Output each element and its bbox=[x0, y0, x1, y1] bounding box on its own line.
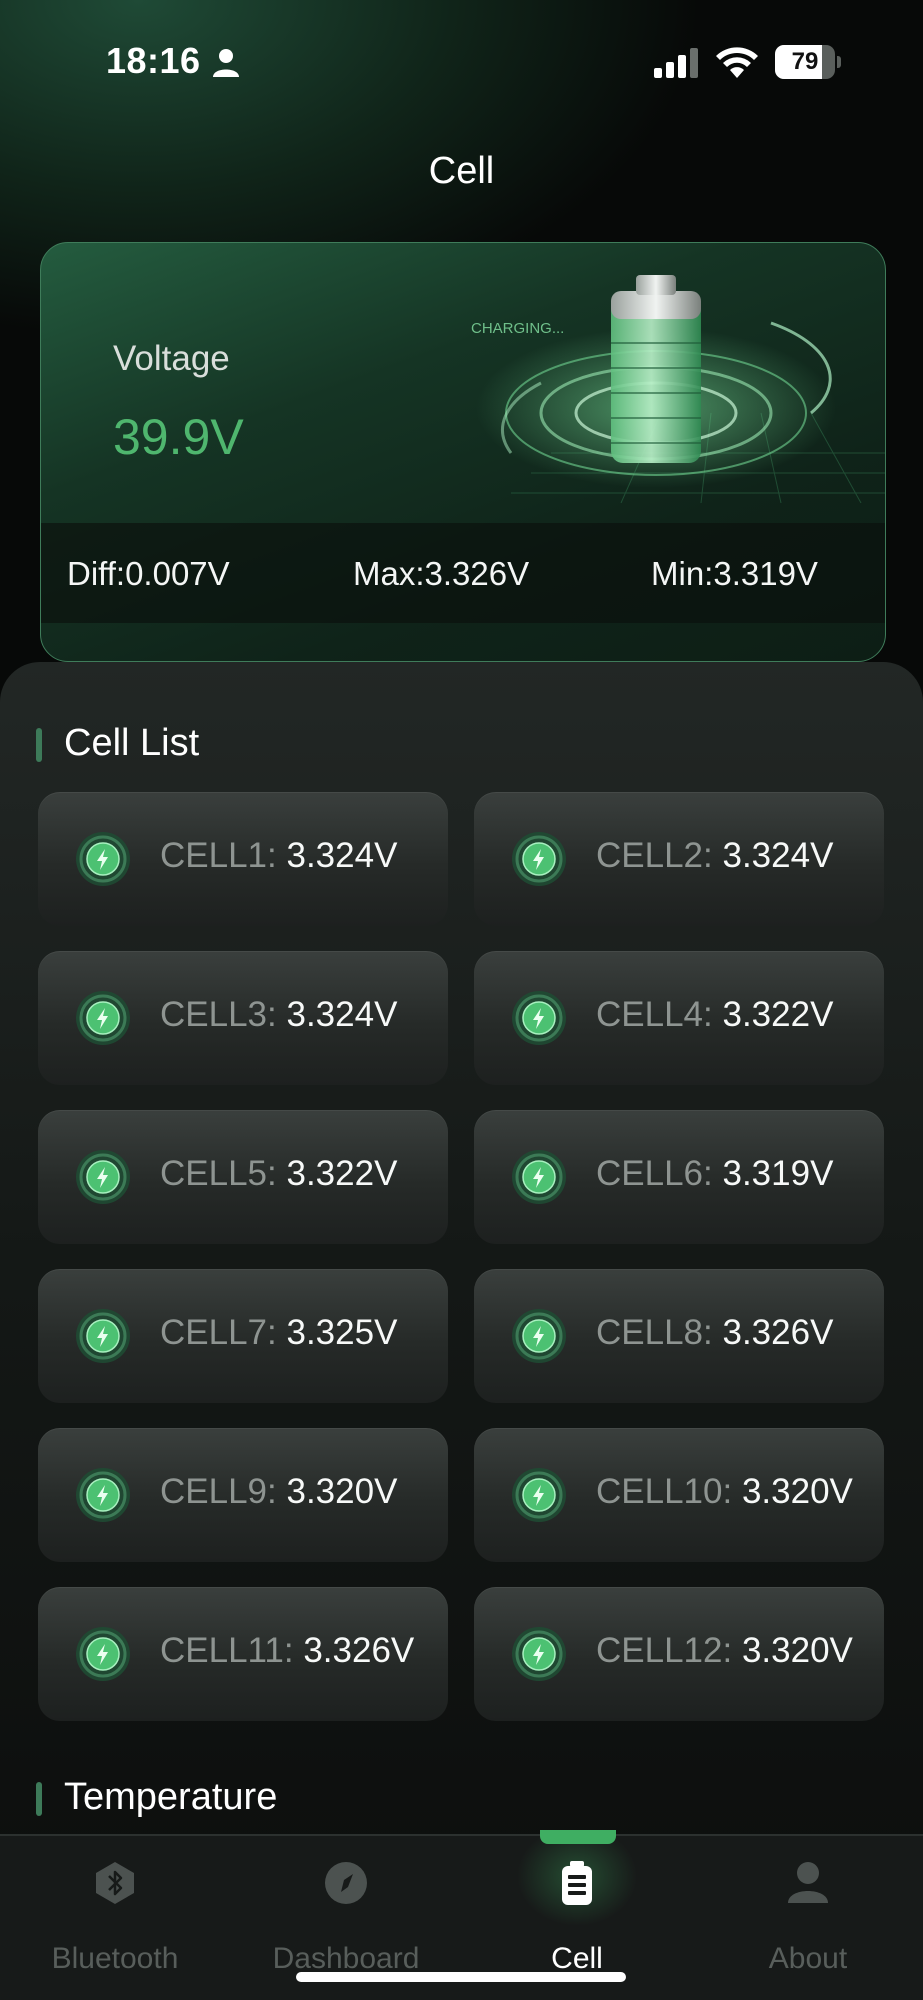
cell-name: CELL6: bbox=[596, 1154, 713, 1193]
lightning-icon bbox=[512, 1150, 566, 1204]
cell-card[interactable]: CELL3: 3.324V bbox=[38, 951, 448, 1085]
cell-card[interactable]: CELL12: 3.320V bbox=[474, 1587, 884, 1721]
home-indicator bbox=[296, 1972, 626, 1982]
cell-name: CELL4: bbox=[596, 995, 713, 1034]
cell-voltage: 3.326V bbox=[303, 1631, 415, 1670]
voltage-stats-bar: Diff:0.007V Max:3.326V Min:3.319V bbox=[41, 523, 885, 623]
user-icon bbox=[788, 1862, 828, 1903]
cell-list-title: Cell List bbox=[64, 722, 200, 764]
cell-list-panel: Cell List CELL1: 3.324V CELL2: 3.324V CELL… bbox=[0, 662, 923, 1862]
lightning-icon bbox=[76, 991, 130, 1045]
lightning-icon bbox=[76, 1309, 130, 1363]
cell-name: CELL7: bbox=[160, 1313, 277, 1352]
cell-voltage: 3.320V bbox=[741, 1472, 853, 1511]
diff-voltage: Diff:0.007V bbox=[67, 555, 230, 592]
charging-text: CHARGING... bbox=[471, 320, 564, 337]
person-icon bbox=[213, 49, 239, 77]
compass-icon bbox=[325, 1862, 367, 1904]
cell-name: CELL2: bbox=[596, 836, 713, 875]
cell-card[interactable]: CELL5: 3.322V bbox=[38, 1110, 448, 1244]
tab-label: Bluetooth bbox=[51, 1942, 179, 1975]
lightning-icon bbox=[512, 832, 566, 886]
cell-name: CELL5: bbox=[160, 1154, 277, 1193]
cell-name: CELL1: bbox=[160, 836, 277, 875]
tab-label: Cell bbox=[551, 1942, 603, 1975]
lightning-icon bbox=[512, 1468, 566, 1522]
lightning-icon bbox=[76, 1468, 130, 1522]
page-title: Cell bbox=[428, 150, 495, 192]
battery-icon: 79 bbox=[775, 45, 841, 79]
cell-voltage: 3.320V bbox=[286, 1472, 398, 1511]
active-tab-indicator bbox=[540, 1830, 616, 1844]
tab-bluetooth[interactable]: Bluetooth bbox=[0, 1836, 230, 2000]
cell-card[interactable]: CELL7: 3.325V bbox=[38, 1269, 448, 1403]
battery-tab-icon bbox=[562, 1861, 592, 1905]
cell-card[interactable]: CELL9: 3.320V bbox=[38, 1428, 448, 1562]
cell-voltage: 3.324V bbox=[286, 836, 398, 875]
tab-label: About bbox=[768, 1942, 848, 1975]
signal-icon bbox=[654, 48, 698, 78]
max-voltage: Max:3.326V bbox=[353, 555, 530, 592]
section-accent-bar bbox=[36, 1782, 42, 1816]
voltage-card: Voltage 39.9V CHARGING... Diff:0.007V Ma… bbox=[40, 242, 886, 662]
cell-card[interactable]: CELL1: 3.324V bbox=[38, 792, 448, 926]
min-voltage: Min:3.319V bbox=[651, 555, 818, 592]
cell-card[interactable]: CELL8: 3.326V bbox=[474, 1269, 884, 1403]
voltage-value: 39.9V bbox=[113, 409, 244, 465]
lightning-icon bbox=[512, 991, 566, 1045]
cell-voltage: 3.326V bbox=[722, 1313, 834, 1352]
wifi-icon bbox=[716, 47, 758, 78]
cell-voltage: 3.320V bbox=[741, 1631, 853, 1670]
status-time: 18:16 bbox=[106, 40, 201, 81]
battery-level: 79 bbox=[791, 48, 819, 75]
charging-battery-illustration: CHARGING... bbox=[471, 275, 885, 503]
lightning-icon bbox=[512, 1627, 566, 1681]
cell-card[interactable]: CELL11: 3.326V bbox=[38, 1587, 448, 1721]
tab-about[interactable]: About bbox=[693, 1836, 923, 2000]
cell-name: CELL9: bbox=[160, 1472, 277, 1511]
cell-voltage: 3.322V bbox=[722, 995, 834, 1034]
cell-voltage: 3.322V bbox=[286, 1154, 398, 1193]
status-bar: 18:16 79 bbox=[0, 0, 923, 120]
cell-card[interactable]: CELL6: 3.319V bbox=[474, 1110, 884, 1244]
cell-name: CELL10: bbox=[596, 1472, 733, 1511]
lightning-icon bbox=[76, 1150, 130, 1204]
cell-card[interactable]: CELL10: 3.320V bbox=[474, 1428, 884, 1562]
cell-voltage: 3.319V bbox=[722, 1154, 834, 1193]
lightning-icon bbox=[512, 1309, 566, 1363]
bluetooth-icon bbox=[96, 1862, 134, 1904]
cell-name: CELL12: bbox=[596, 1631, 733, 1670]
lightning-icon bbox=[76, 832, 130, 886]
cell-voltage: 3.325V bbox=[286, 1313, 398, 1352]
lightning-icon bbox=[76, 1627, 130, 1681]
tab-label: Dashboard bbox=[272, 1942, 420, 1975]
voltage-label: Voltage bbox=[113, 339, 230, 378]
cell-name: CELL11: bbox=[160, 1631, 294, 1670]
cell-voltage: 3.324V bbox=[722, 836, 834, 875]
cell-card[interactable]: CELL2: 3.324V bbox=[474, 792, 884, 926]
cell-name: CELL3: bbox=[160, 995, 277, 1034]
section-accent-bar bbox=[36, 728, 42, 762]
temperature-title: Temperature bbox=[64, 1776, 278, 1818]
cell-name: CELL8: bbox=[596, 1313, 713, 1352]
cell-voltage: 3.324V bbox=[286, 995, 398, 1034]
cell-card[interactable]: CELL4: 3.322V bbox=[474, 951, 884, 1085]
